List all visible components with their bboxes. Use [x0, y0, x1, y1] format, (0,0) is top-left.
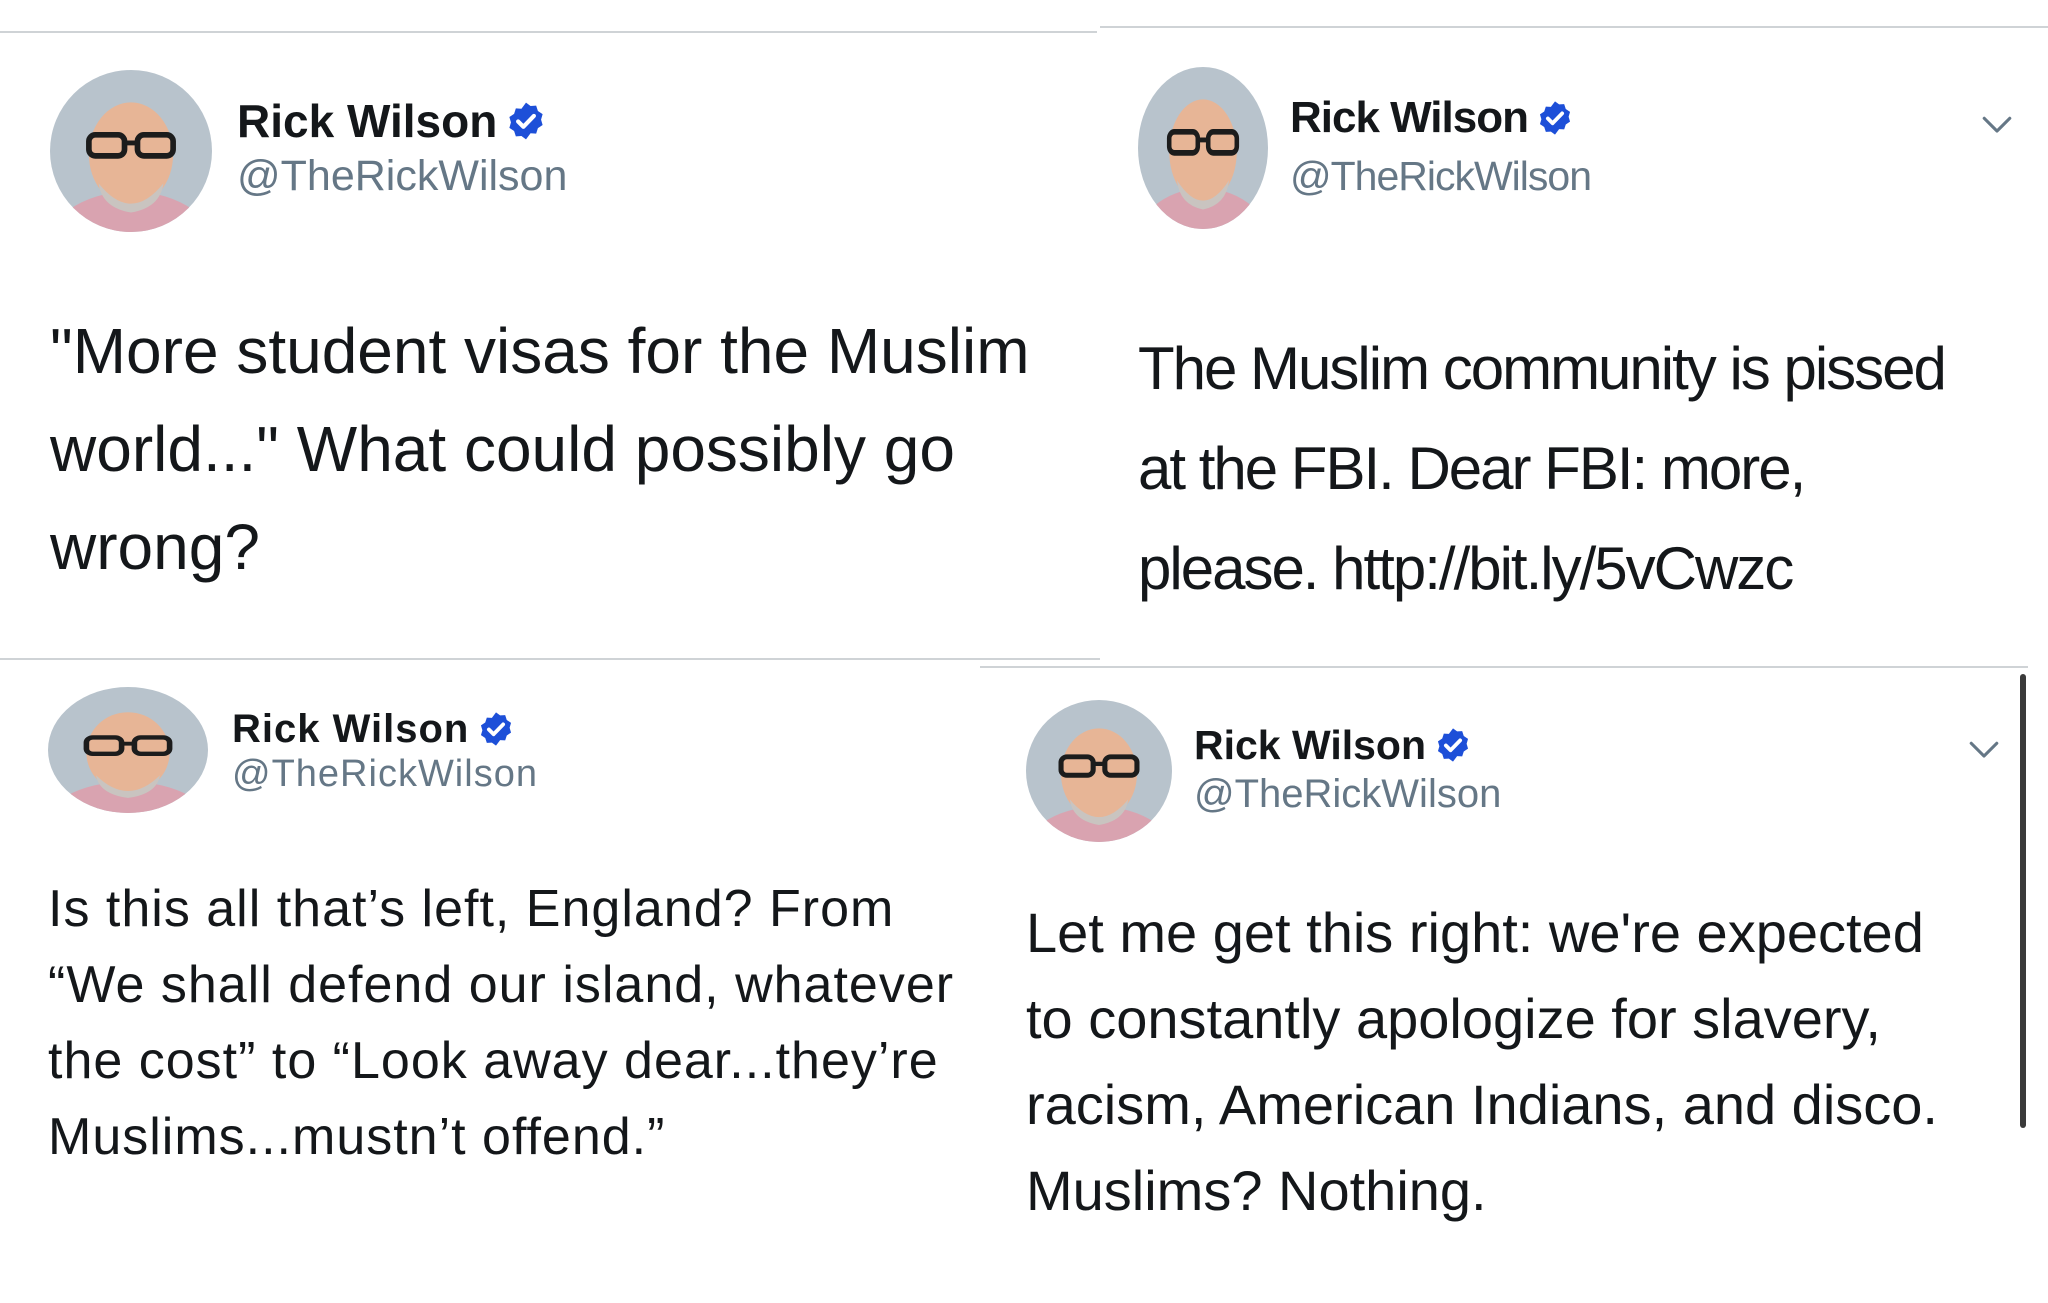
avatar-photo-icon [1026, 700, 1172, 842]
author-name-label: Rick Wilson [1194, 721, 1427, 768]
tweet-card-3[interactable]: Rick Wilson @TheRickWilson Is this all t… [0, 661, 978, 1303]
tweet-card-4[interactable]: Rick Wilson @TheRickWilson Let me get th… [980, 668, 2028, 1303]
avatar-photo-icon [48, 687, 208, 813]
author-name-label: Rick Wilson [1290, 93, 1529, 142]
avatar-photo-icon [1138, 67, 1268, 229]
tweet-text: "More student visas for the Muslim world… [50, 315, 1030, 583]
verified-badge-icon [1536, 99, 1574, 137]
chevron-down-icon[interactable] [1967, 732, 2001, 766]
verified-badge-icon [477, 710, 515, 748]
avatar-photo-icon [50, 70, 212, 232]
author-handle[interactable]: @TheRickWilson [237, 152, 567, 201]
verified-badge-icon [505, 100, 547, 142]
author-name[interactable]: Rick Wilson [1194, 720, 1472, 770]
top-divider-right [1100, 26, 2048, 28]
author-name-label: Rick Wilson [237, 95, 498, 147]
author-name[interactable]: Rick Wilson [1290, 91, 1574, 145]
author-name[interactable]: Rick Wilson [237, 94, 547, 148]
avatar-photo[interactable] [1026, 700, 1172, 842]
tweet-text: Let me get this right: we're expected to… [1026, 901, 1938, 1222]
tweet-text: Is this all that’s left, England? From “… [48, 880, 955, 1166]
verified-badge-icon [1434, 726, 1472, 764]
author-handle[interactable]: @TheRickWilson [1194, 772, 1501, 817]
author-name[interactable]: Rick Wilson [232, 705, 515, 753]
tweet-text: The Muslim community is pissed at the FB… [1138, 335, 1947, 602]
author-handle[interactable]: @TheRickWilson [232, 753, 538, 796]
middle-divider-left [0, 658, 1100, 660]
tweet-card-1[interactable]: Rick Wilson @TheRickWilson "More student… [0, 34, 1097, 656]
top-divider-left [0, 31, 1097, 33]
scrollbar-thumb[interactable] [2020, 674, 2026, 1128]
avatar-photo[interactable] [48, 687, 208, 813]
chevron-down-icon[interactable] [1980, 107, 2014, 141]
tweet-card-2[interactable]: Rick Wilson @TheRickWilson The Muslim co… [1100, 29, 2048, 665]
avatar-photo[interactable] [50, 70, 212, 232]
author-name-label: Rick Wilson [232, 706, 470, 751]
author-handle[interactable]: @TheRickWilson [1290, 153, 1592, 200]
avatar-photo[interactable] [1138, 67, 1268, 229]
